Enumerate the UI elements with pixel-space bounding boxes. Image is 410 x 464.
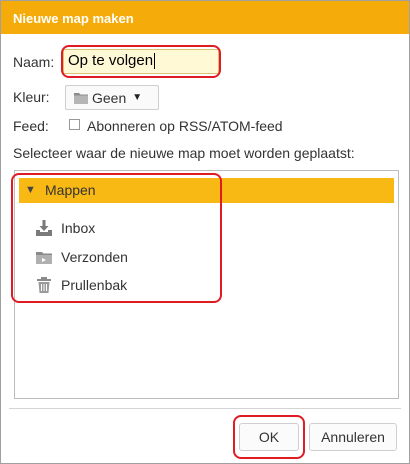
folder-name-value: Op te volgen [68, 52, 154, 69]
footer-divider [9, 408, 401, 409]
folder-name-input[interactable]: Op te volgen [63, 49, 219, 74]
feed-label: Feed: [13, 118, 49, 134]
trash-icon [37, 277, 51, 293]
cancel-button[interactable]: Annuleren [309, 423, 397, 451]
name-label: Naam: [13, 54, 55, 70]
rss-feed-checkbox-label[interactable]: Abonneren op RSS/ATOM-feed [87, 118, 283, 134]
tree-item-verzonden[interactable]: Verzonden [35, 246, 128, 268]
folder-tree[interactable]: ▼ Mappen Inbox Verzonden Prullenbak [14, 170, 399, 399]
inbox-download-icon [36, 220, 52, 236]
ok-button[interactable]: OK [239, 423, 299, 451]
text-cursor [154, 53, 156, 70]
expand-triangle-icon[interactable]: ▼ [25, 184, 36, 196]
tree-item-label: Verzonden [61, 249, 128, 265]
location-label: Selecteer waar de nieuwe map moet worden… [13, 145, 355, 161]
color-label: Kleur: [13, 89, 50, 105]
tree-root-mappen[interactable]: ▼ Mappen [19, 178, 394, 203]
sent-folder-icon [36, 252, 52, 264]
tree-root-label: Mappen [45, 182, 96, 198]
dialog-title-bar[interactable]: Nieuwe map maken [1, 1, 409, 34]
color-value: Geen [92, 89, 127, 106]
chevron-down-icon: ▼ [132, 92, 143, 103]
tree-item-label: Inbox [61, 220, 96, 236]
dialog-title: Nieuwe map maken [13, 11, 134, 26]
tree-item-label: Prullenbak [61, 277, 128, 293]
rss-feed-checkbox[interactable] [69, 119, 80, 130]
folder-icon [74, 92, 88, 104]
tree-item-prullenbak[interactable]: Prullenbak [35, 274, 127, 296]
new-folder-dialog: Nieuwe map maken Naam: Op te volgen Kleu… [0, 0, 410, 464]
color-dropdown[interactable]: Geen ▼ [65, 85, 159, 110]
tree-item-inbox[interactable]: Inbox [35, 217, 95, 239]
